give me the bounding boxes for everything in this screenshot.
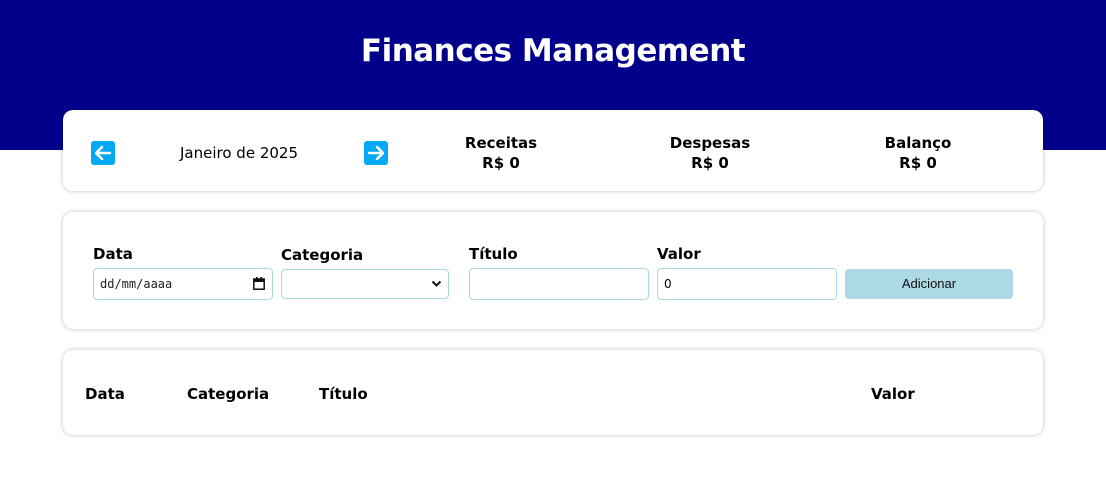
balanco-label: Balanço — [884, 134, 952, 152]
prev-month-button[interactable] — [91, 141, 115, 165]
receitas-value: R$ 0 — [482, 154, 520, 172]
arrow-left-icon — [95, 146, 111, 160]
column-header-date: Data — [85, 385, 125, 403]
date-input[interactable]: dd/mm/aaaa — [93, 268, 273, 300]
app-title: Finances Management — [360, 33, 746, 69]
column-header-category: Categoria — [187, 385, 270, 403]
column-header-value: Valor — [871, 385, 915, 403]
next-month-button[interactable] — [364, 141, 388, 165]
despesas-summary: Despesas R$ 0 — [630, 133, 790, 173]
balanco-value: R$ 0 — [899, 154, 937, 172]
title-label: Título — [469, 245, 518, 263]
column-header-title: Título — [319, 385, 368, 403]
balanco-summary: Balanço R$ 0 — [838, 133, 998, 173]
entries-table: Data Categoria Título Valor — [63, 350, 1043, 435]
chevron-down-icon — [431, 280, 442, 287]
despesas-value: R$ 0 — [691, 154, 729, 172]
date-label: Data — [93, 245, 133, 263]
receitas-label: Receitas — [464, 134, 538, 152]
category-select[interactable] — [281, 269, 449, 299]
month-label: Janeiro de 2025 — [180, 144, 298, 162]
value-input-value: 0 — [664, 277, 672, 291]
category-label: Categoria — [281, 246, 364, 264]
arrow-right-icon — [368, 146, 384, 160]
receitas-summary: Receitas R$ 0 — [421, 133, 581, 173]
add-entry-form: Data dd/mm/aaaa Categoria Título Valor 0… — [63, 212, 1043, 329]
date-placeholder: dd/mm/aaaa — [100, 277, 173, 291]
calendar-icon[interactable] — [253, 277, 265, 290]
add-button[interactable]: Adicionar — [845, 269, 1013, 299]
value-input[interactable]: 0 — [657, 268, 837, 300]
summary-card: Janeiro de 2025 Receitas R$ 0 Despesas R… — [63, 110, 1043, 191]
despesas-label: Despesas — [669, 134, 751, 152]
title-input[interactable] — [469, 268, 649, 300]
value-label: Valor — [657, 245, 701, 263]
